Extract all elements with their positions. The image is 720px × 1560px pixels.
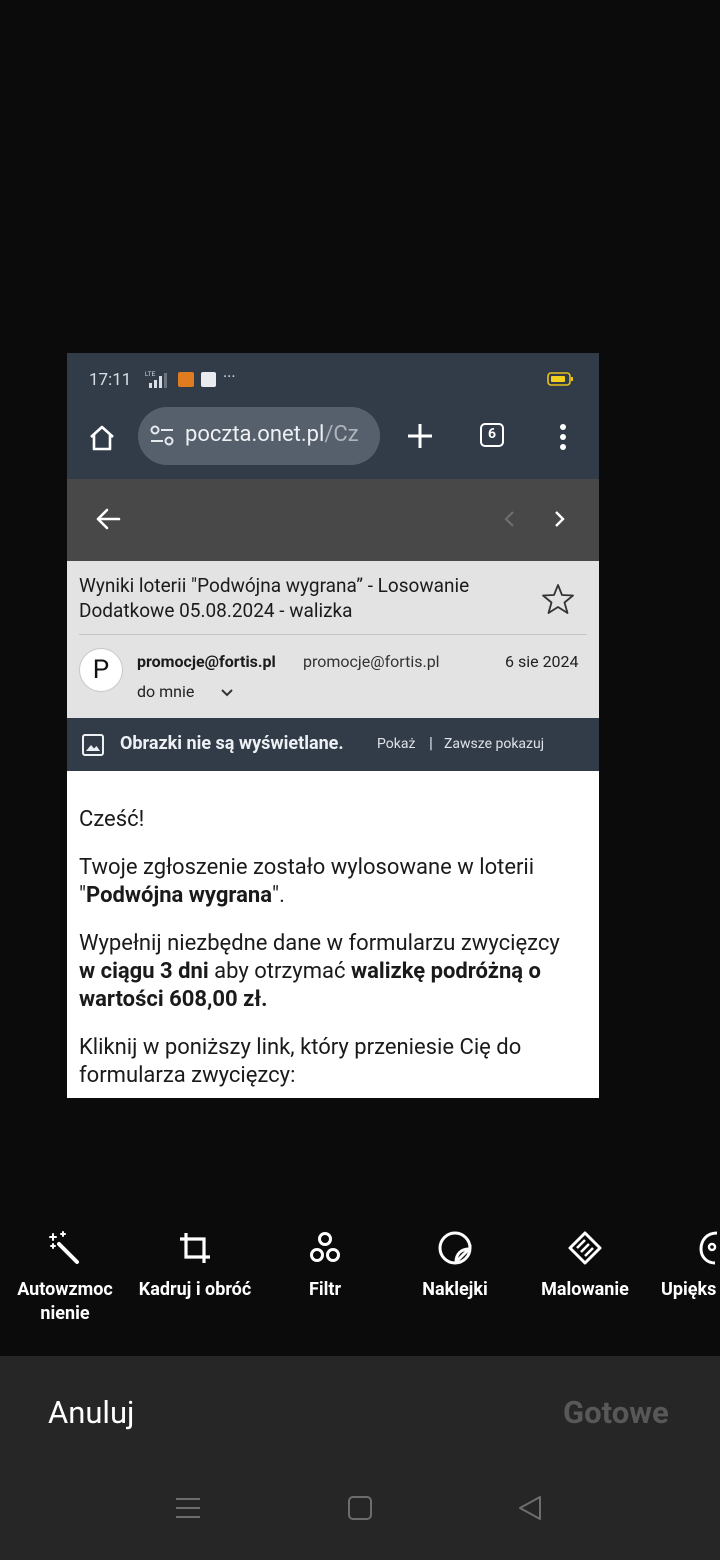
- lte-label: LTE: [145, 372, 156, 378]
- mail-navigation-bar: [67, 479, 599, 561]
- sender-avatar: P: [79, 648, 123, 692]
- chevron-down-icon[interactable]: [219, 685, 235, 701]
- email-subject: Wyniki loterii "Podwójna wygrana” - Loso…: [79, 574, 470, 622]
- back-nav-icon[interactable]: [516, 1494, 544, 1522]
- tool-label: Upięks: [661, 1279, 717, 1300]
- sender-name: promocje@fortis.pl: [137, 652, 276, 671]
- tool-label: Naklejki: [422, 1279, 488, 1300]
- tab-switcher-button[interactable]: 6: [480, 423, 504, 447]
- notification-app-icon: [178, 372, 194, 387]
- beauty-icon: [699, 1231, 718, 1265]
- notification-app-icon-2: [201, 372, 216, 387]
- body-paragraph-2: Wypełnij niezbędne dane w formularzu zwy…: [79, 930, 579, 1014]
- message-header: Wyniki loterii "Podwójna wygrana” - Loso…: [67, 561, 599, 718]
- new-tab-icon[interactable]: [405, 421, 435, 451]
- browser-toolbar: poczta.onet.pl/Cz 6: [67, 407, 599, 479]
- message-date: 6 sie 2024: [505, 652, 579, 671]
- email-body: Cześć! Twoje zgłoszenie zostało wylosowa…: [79, 806, 579, 1098]
- star-icon[interactable]: [541, 582, 575, 616]
- magic-wand-icon: [49, 1231, 79, 1264]
- tool-label: Malowanie: [541, 1279, 629, 1300]
- url-text: poczta.onet.pl/Cz: [185, 422, 359, 447]
- url-host: poczta.onet.pl: [185, 422, 325, 447]
- tool-label: Autowzmoc nienie: [17, 1279, 113, 1324]
- lottery-name: Podwójna wygrana: [86, 883, 273, 908]
- tool-label: Kadruj i obróć: [138, 1279, 252, 1300]
- home-icon[interactable]: [87, 423, 117, 453]
- url-path: /Cz: [324, 422, 359, 447]
- home-nav-icon[interactable]: [346, 1494, 374, 1522]
- images-notice-text: Obrazki nie są wyświetlane.: [120, 733, 344, 754]
- recent-apps-icon[interactable]: [174, 1494, 202, 1522]
- body-paragraph-1: Twoje zgłoszenie zostało wylosowane w lo…: [79, 854, 579, 910]
- address-bar[interactable]: poczta.onet.pl/Cz: [138, 407, 380, 465]
- filter-icon: [310, 1232, 340, 1262]
- sender-email: promocje@fortis.pl: [303, 652, 440, 671]
- next-message-icon[interactable]: [549, 508, 569, 530]
- site-settings-icon[interactable]: [149, 424, 175, 448]
- sticker-icon: [438, 1231, 472, 1265]
- editor-toolbar: Autowzmoc nienie Kadruj i obróć Filtr Na…: [0, 1230, 720, 1340]
- battery-icon: [547, 372, 573, 386]
- show-images-link[interactable]: Pokaż: [377, 736, 415, 752]
- tool-beauty[interactable]: Upięks: [650, 1230, 720, 1302]
- p1-end: ".: [272, 883, 285, 908]
- screenshot-preview: 17:11 LTE ··· poczta.onet.pl/Cz 6 Wyniki…: [67, 353, 599, 1098]
- greeting-text: Cześć!: [79, 807, 145, 832]
- tool-stickers[interactable]: Naklejki: [390, 1230, 520, 1302]
- image-icon: [82, 734, 104, 756]
- link-separator: |: [429, 733, 433, 752]
- eraser-icon: [568, 1231, 602, 1265]
- always-show-images-link[interactable]: Zawsze pokazuj: [444, 736, 544, 752]
- previous-message-icon[interactable]: [500, 508, 520, 530]
- crop-icon: [180, 1233, 210, 1263]
- header-divider: [79, 634, 587, 635]
- tool-filter[interactable]: Filtr: [260, 1230, 390, 1302]
- done-button[interactable]: Gotowe: [563, 1394, 669, 1431]
- status-time: 17:11: [89, 370, 132, 390]
- body-paragraph-3: Kliknij w poniższy link, który przeniesi…: [79, 1035, 522, 1088]
- back-arrow-icon[interactable]: [93, 504, 123, 534]
- tool-autoenhance[interactable]: Autowzmoc nienie: [0, 1230, 130, 1326]
- more-notifications-icon: ···: [223, 367, 236, 386]
- cancel-button[interactable]: Anuluj: [48, 1394, 134, 1431]
- more-menu-icon[interactable]: [553, 419, 573, 455]
- recipient-label[interactable]: do mnie: [137, 682, 194, 701]
- p2-middle: aby otrzymać: [208, 959, 351, 984]
- signal-icon: LTE: [145, 372, 167, 388]
- deadline-text: w ciągu 3 dni: [79, 959, 209, 984]
- images-blocked-bar: Obrazki nie są wyświetlane. Pokaż | Zaws…: [67, 718, 599, 771]
- editor-action-bar: Anuluj Gotowe: [0, 1356, 720, 1560]
- status-bar: 17:11 LTE ···: [67, 353, 599, 407]
- tool-paint[interactable]: Malowanie: [520, 1230, 650, 1302]
- tool-crop-rotate[interactable]: Kadruj i obróć: [130, 1230, 260, 1302]
- tool-label: Filtr: [308, 1279, 342, 1300]
- p2-text: Wypełnij niezbędne dane w formularzu zwy…: [79, 931, 560, 956]
